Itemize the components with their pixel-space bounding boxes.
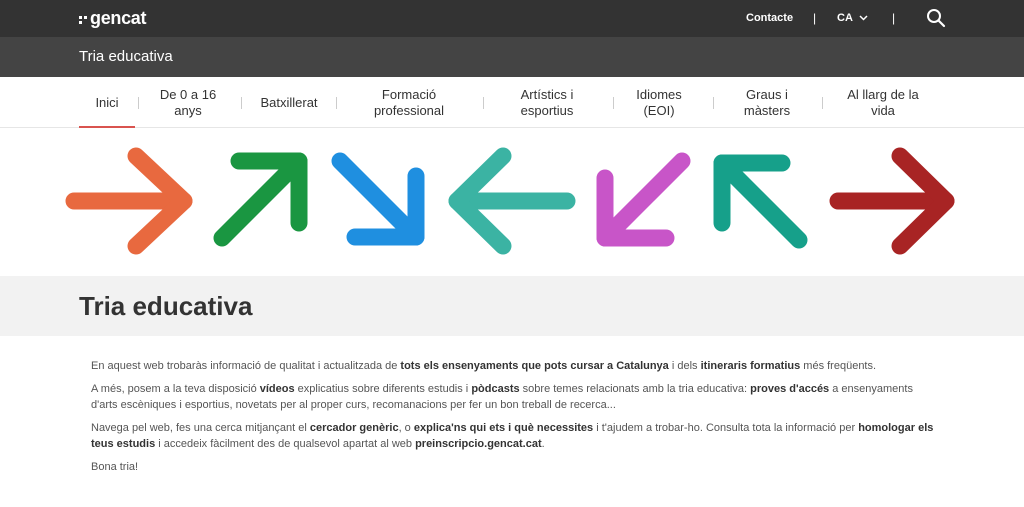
page-title-band: Tria educativa	[0, 276, 1024, 336]
explica-link[interactable]: explica'ns qui ets i què necessites	[414, 422, 593, 434]
nav-divider	[336, 97, 337, 109]
language-selector[interactable]: CA	[837, 12, 868, 24]
nav-divider	[138, 97, 139, 109]
nav-divider	[483, 97, 484, 109]
nav-divider	[613, 97, 614, 109]
arrow-down-left-purple-icon	[596, 152, 691, 247]
intro-text: En aquest web trobaràs informació de qua…	[91, 358, 941, 482]
nav-item-label: Inici	[95, 94, 119, 110]
gencat-logo-icon	[79, 15, 87, 24]
site-header: Tria educativa	[0, 37, 1024, 77]
logo-text: gencat	[90, 8, 147, 28]
search-button[interactable]	[926, 8, 946, 28]
paragraph: A més, posem a la teva disposició vídeos…	[91, 381, 941, 413]
text: Navega pel web, fes una cerca mitjançant…	[91, 422, 310, 434]
nav-item-label: Batxillerat	[260, 94, 318, 110]
header-separator: |	[892, 11, 896, 25]
gencat-logo[interactable]: gencat	[79, 8, 147, 29]
bold-text: tots els ensenyaments que pots cursar a …	[400, 360, 669, 372]
nav-item-idiomes[interactable]: Idiomes (EOI)	[627, 77, 691, 128]
text: A més, posem a la teva disposició	[91, 383, 260, 395]
nav-item-graus-masters[interactable]: Graus i màsters	[731, 77, 803, 128]
text: i accedeix fàcilment des de qualsevol ap…	[155, 438, 416, 450]
videos-link[interactable]: vídeos	[260, 383, 295, 395]
contact-link[interactable]: Contacte	[746, 12, 793, 24]
arrow-right-orange-icon	[65, 147, 193, 255]
text: i t'ajudem a trobar-ho. Consulta tota la…	[593, 422, 859, 434]
nav-item-inici[interactable]: Inici	[79, 77, 135, 129]
arrow-right-red-icon	[829, 147, 955, 255]
arrows-illustration	[65, 147, 955, 255]
arrow-left-teal-icon	[448, 147, 576, 255]
nav-item-label: Formació professional	[373, 86, 445, 118]
nav-item-label: De 0 a 16 anys	[159, 86, 217, 118]
language-label: CA	[837, 12, 853, 24]
nav-divider	[241, 97, 242, 109]
nav-divider	[822, 97, 823, 109]
nav-item-artistics-esportius[interactable]: Artístics i esportius	[505, 77, 589, 128]
header-separator: |	[813, 11, 817, 25]
hero-banner	[0, 128, 1024, 276]
paragraph: Bona tria!	[91, 461, 139, 473]
page-title: Tria educativa	[79, 291, 253, 321]
search-icon	[927, 9, 946, 28]
nav-item-label: Graus i màsters	[743, 86, 791, 118]
nav-item-label: Idiomes (EOI)	[636, 86, 682, 118]
text: .	[541, 438, 545, 450]
nav-item-al-llarg-vida[interactable]: Al llarg de la vida	[840, 77, 926, 128]
arrow-up-left-teal-icon	[713, 154, 808, 249]
text: sobre temes relacionats amb la tria educ…	[519, 383, 751, 395]
nav-divider	[713, 97, 714, 109]
paragraph: Navega pel web, fes una cerca mitjançant…	[91, 420, 941, 452]
main-navigation: Inici De 0 a 16 anys Batxillerat Formaci…	[0, 77, 1024, 129]
paragraph: En aquest web trobaràs informació de qua…	[91, 358, 941, 374]
text: més freqüents.	[800, 360, 877, 372]
nav-item-0-16[interactable]: De 0 a 16 anys	[150, 77, 226, 128]
nav-item-label: Al llarg de la vida	[847, 86, 919, 118]
text: i dels	[668, 360, 701, 372]
nav-item-label: Artístics i esportius	[520, 86, 574, 118]
arrow-down-right-blue-icon	[331, 152, 425, 246]
text: explicatius sobre diferents estudis i	[294, 383, 472, 395]
text: En aquest web trobaràs informació de qua…	[91, 360, 401, 372]
arrow-up-right-green-icon	[213, 152, 308, 247]
text: , o	[398, 422, 414, 434]
nav-item-batxillerat[interactable]: Batxillerat	[250, 77, 328, 128]
proves-acces-link[interactable]: proves d'accés	[750, 383, 829, 395]
cercador-link[interactable]: cercador genèric	[310, 422, 399, 434]
site-title[interactable]: Tria educativa	[79, 48, 173, 65]
bold-text: itineraris formatius	[700, 360, 801, 372]
preinscripcio-link[interactable]: preinscripcio.gencat.cat	[415, 438, 542, 450]
podcasts-link[interactable]: pòdcasts	[471, 383, 519, 395]
chevron-down-icon	[859, 15, 868, 21]
nav-item-formacio-professional[interactable]: Formació professional	[360, 77, 458, 128]
top-bar: gencat Contacte | CA |	[0, 0, 1024, 37]
